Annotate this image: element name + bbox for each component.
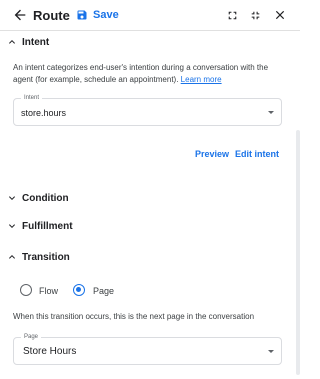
save-label: Save bbox=[93, 9, 119, 21]
section-transition-header[interactable]: Transition bbox=[0, 244, 290, 270]
section-condition-label: Condition bbox=[22, 192, 69, 204]
chevron-down-icon bbox=[6, 220, 18, 232]
fullscreen-icon[interactable] bbox=[224, 7, 240, 23]
radio-flow-label[interactable]: Flow bbox=[39, 286, 58, 296]
radio-page[interactable] bbox=[73, 284, 85, 296]
page-select-value: Store Hours bbox=[23, 346, 77, 357]
section-fulfillment-label: Fulfillment bbox=[22, 220, 73, 232]
scrollbar[interactable] bbox=[296, 130, 300, 375]
back-arrow-icon[interactable] bbox=[11, 6, 29, 24]
dropdown-arrow-icon bbox=[268, 350, 274, 353]
page-select[interactable]: Page Store Hours bbox=[13, 333, 282, 365]
save-button[interactable]: Save bbox=[76, 7, 119, 23]
section-condition-header[interactable]: Condition bbox=[0, 185, 290, 211]
route-toolbar: Route Save bbox=[0, 0, 300, 31]
exit-fullscreen-icon[interactable] bbox=[247, 7, 263, 23]
intent-description-text: An intent categorizes end-user's intenti… bbox=[13, 63, 269, 84]
close-icon[interactable] bbox=[271, 6, 289, 24]
page-title: Route bbox=[33, 8, 70, 23]
intent-description: An intent categorizes end-user's intenti… bbox=[13, 62, 283, 86]
radio-flow[interactable] bbox=[20, 284, 32, 296]
chevron-up-icon bbox=[6, 36, 18, 48]
radio-page-label[interactable]: Page bbox=[93, 286, 114, 296]
preview-button[interactable]: Preview bbox=[195, 149, 229, 159]
chevron-down-icon bbox=[6, 192, 18, 204]
section-intent-header[interactable]: Intent bbox=[0, 29, 290, 55]
intent-select[interactable]: Intent store.hours bbox=[13, 94, 282, 126]
section-fulfillment-header[interactable]: Fulfillment bbox=[0, 213, 290, 239]
intent-select-value: store.hours bbox=[21, 108, 67, 118]
save-icon bbox=[76, 9, 88, 21]
section-transition-label: Transition bbox=[22, 251, 70, 263]
section-intent-label: Intent bbox=[22, 36, 50, 48]
intent-field-label: Intent bbox=[21, 94, 43, 103]
learn-more-link[interactable]: Learn more bbox=[181, 75, 222, 84]
edit-intent-button[interactable]: Edit intent bbox=[235, 149, 279, 159]
route-panel: Route Save Intent An intent categorizes … bbox=[0, 0, 300, 379]
page-field-label: Page bbox=[21, 333, 42, 342]
dropdown-arrow-icon bbox=[268, 111, 274, 114]
transition-description: When this transition occurs, this is the… bbox=[13, 312, 255, 321]
chevron-up-icon bbox=[6, 251, 18, 263]
